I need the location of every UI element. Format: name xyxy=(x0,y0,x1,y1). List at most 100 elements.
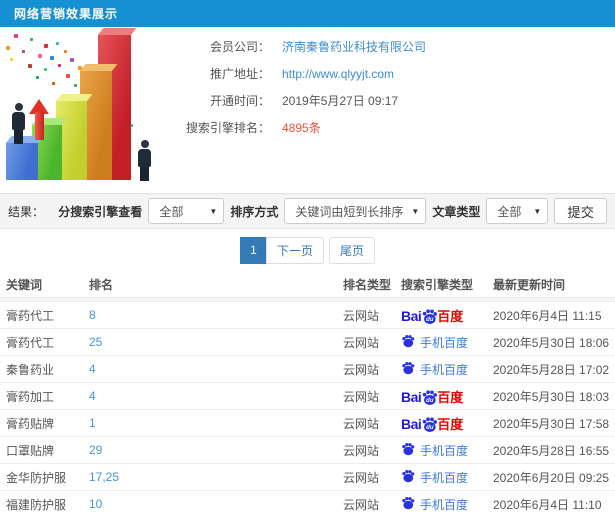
rank-type-cell: 云网站 xyxy=(343,497,380,512)
keyword-cell: 膏药代工 xyxy=(6,335,55,350)
rank-type-cell: 云网站 xyxy=(343,470,380,485)
rank-cell[interactable]: 4 xyxy=(83,389,337,403)
baidu-mobile-paw-icon xyxy=(401,469,415,486)
keyword-cell: 膏药加工 xyxy=(6,389,55,404)
rank-cell[interactable]: 8 xyxy=(83,308,337,322)
rank-type-cell: 云网站 xyxy=(343,335,380,350)
baidu-mobile-logo: 手机百度 xyxy=(401,442,468,459)
businessman-left-figure xyxy=(12,103,25,144)
baidu-mobile-paw-icon xyxy=(401,496,415,513)
updated-cell: 2020年5月30日 18:06 xyxy=(493,335,610,350)
baidu-mobile-logo: 手机百度 xyxy=(401,361,468,378)
growth-chart-illustration xyxy=(0,32,170,184)
col-header-ranktype: 排名类型 xyxy=(343,277,392,292)
table-row: 口罩贴牌 29 云网站 du xyxy=(0,436,615,463)
baidu-mobile-logo: 手机百度 xyxy=(401,496,468,513)
page-button-current[interactable]: 1 xyxy=(239,236,267,264)
table-row: 膏药代工 25 云网站 du xyxy=(0,328,615,355)
keyword-cell: 福建防护服 xyxy=(6,497,67,512)
info-label: 会员公司： xyxy=(209,40,270,54)
baidu-paw-icon: du xyxy=(422,309,438,324)
engine-type-cell: du 手机百度 xyxy=(395,334,487,351)
engine-type-cell: du 手机百度 xyxy=(395,469,487,486)
rank-type-cell: 云网站 xyxy=(343,308,380,323)
engine-type-cell: du 手机百度 xyxy=(395,442,487,459)
engine-type-cell: Bai du 百度 xyxy=(395,414,487,432)
rank-cell[interactable]: 17,25 xyxy=(83,470,337,484)
baidu-pc-logo: Bai du 百度 xyxy=(401,416,464,432)
updated-cell: 2020年5月30日 18:03 xyxy=(493,389,610,404)
table-row: 秦鲁药业 4 云网站 du xyxy=(0,355,615,382)
table-header-row: 关键词 排名 排名类型 搜索引擎类型 最新更新时间 xyxy=(0,271,615,297)
results-filter-bar: 结果： 分搜索引擎查看 全部 ▼ 排序方式 关键词由短到长排序 ▼ 文章类型 全… xyxy=(0,193,615,229)
engine-filter-value: 全部 xyxy=(159,204,184,219)
info-row: 推广地址： http://www.qlyyjt.com xyxy=(170,60,600,87)
submit-button[interactable]: 提交 xyxy=(554,198,607,224)
sort-value: 关键词由短到长排序 xyxy=(295,204,404,219)
info-value-link[interactable]: http://www.qlyyjt.com xyxy=(282,67,394,81)
last-page-button[interactable]: 尾页 xyxy=(329,236,376,264)
article-type-select[interactable]: 全部 ▼ xyxy=(486,198,549,224)
updated-cell: 2020年5月28日 17:02 xyxy=(493,362,610,377)
engine-filter-label: 分搜索引擎查看 xyxy=(58,204,143,219)
rank-cell[interactable]: 4 xyxy=(83,362,337,376)
rank-cell[interactable]: 25 xyxy=(83,335,337,349)
keyword-rank-table: 关键词 排名 排名类型 搜索引擎类型 最新更新时间 膏药代工 8 云网站 Bai… xyxy=(0,271,615,517)
updated-cell: 2020年5月28日 16:55 xyxy=(493,443,610,458)
baidu-mobile-logo: 手机百度 xyxy=(401,334,468,351)
baidu-pc-logo: Bai du 百度 xyxy=(401,389,464,405)
info-value: 4895条 xyxy=(282,121,321,135)
chevron-down-icon: ▼ xyxy=(411,206,420,216)
engine-type-cell: Bai du 百度 xyxy=(395,387,487,405)
rank-cell[interactable]: 10 xyxy=(83,497,337,511)
engine-type-cell: Bai du 百度 xyxy=(395,306,487,324)
keyword-cell: 膏药代工 xyxy=(6,308,55,323)
engine-type-cell: du 手机百度 xyxy=(395,496,487,513)
info-label: 推广地址： xyxy=(209,67,270,81)
member-info-list: 会员公司： 济南秦鲁药业科技有限公司 推广地址： http://www.qlyyjt.… xyxy=(170,33,600,141)
updated-cell: 2020年6月4日 11:15 xyxy=(493,308,602,323)
rank-type-cell: 云网站 xyxy=(343,443,380,458)
keyword-cell: 金华防护服 xyxy=(6,470,67,485)
updated-cell: 2020年5月30日 17:58 xyxy=(493,416,610,431)
rank-type-cell: 云网站 xyxy=(343,362,380,377)
article-type-value: 全部 xyxy=(497,204,522,219)
table-row: 膏药贴牌 1 云网站 Bai du 百度 2020年5月30日 17:58 xyxy=(0,409,615,436)
chart-bar-blue xyxy=(6,142,38,180)
rank-cell[interactable]: 1 xyxy=(83,416,337,430)
col-header-updated: 最新更新时间 xyxy=(493,277,566,292)
keyword-cell: 秦鲁药业 xyxy=(6,362,55,377)
info-row: 搜索引擎排名： 4895条 xyxy=(170,114,600,141)
chevron-down-icon: ▼ xyxy=(533,206,542,216)
sort-label: 排序方式 xyxy=(230,204,279,219)
info-label: 开通时间： xyxy=(209,94,270,108)
info-value-link[interactable]: 济南秦鲁药业科技有限公司 xyxy=(282,38,426,55)
info-row: 会员公司： 济南秦鲁药业科技有限公司 xyxy=(170,33,600,60)
businessman-right-figure xyxy=(138,140,151,181)
svg-text:du: du xyxy=(426,425,434,431)
article-type-label: 文章类型 xyxy=(432,204,481,219)
table-body: 膏药代工 8 云网站 Bai du 百度 2020年6月4日 11:15 膏药代… xyxy=(0,301,615,517)
engine-type-cell: du 手机百度 xyxy=(395,361,487,378)
sort-select[interactable]: 关键词由短到长排序 ▼ xyxy=(284,198,427,224)
pagination: 1 下一页 尾页 xyxy=(0,229,615,271)
keyword-cell: 膏药贴牌 xyxy=(6,416,55,431)
rank-cell[interactable]: 29 xyxy=(83,443,337,457)
member-info-panel: 会员公司： 济南秦鲁药业科技有限公司 推广地址： http://www.qlyyjt.… xyxy=(0,27,615,193)
window-titlebar: 网络营销效果展示 xyxy=(0,0,615,27)
col-header-engine: 搜索引擎类型 xyxy=(401,277,474,292)
info-label: 搜索引擎排名： xyxy=(185,121,270,135)
col-header-rank: 排名 xyxy=(89,277,114,292)
baidu-mobile-paw-icon xyxy=(401,361,415,378)
updated-cell: 2020年6月20日 09:25 xyxy=(493,470,610,485)
baidu-paw-icon: du xyxy=(422,390,438,405)
baidu-paw-icon: du xyxy=(422,417,438,432)
table-row: 膏药代工 8 云网站 Bai du 百度 2020年6月4日 11:15 xyxy=(0,301,615,328)
info-value: 2019年5月27日 09:17 xyxy=(282,94,399,108)
rank-type-cell: 云网站 xyxy=(343,389,380,404)
engine-filter-select[interactable]: 全部 ▼ xyxy=(148,198,225,224)
updated-cell: 2020年6月4日 11:10 xyxy=(493,497,602,512)
next-page-button[interactable]: 下一页 xyxy=(265,236,324,264)
table-row: 福建防护服 10 云网站 du xyxy=(0,490,615,517)
baidu-mobile-paw-icon xyxy=(401,442,415,459)
